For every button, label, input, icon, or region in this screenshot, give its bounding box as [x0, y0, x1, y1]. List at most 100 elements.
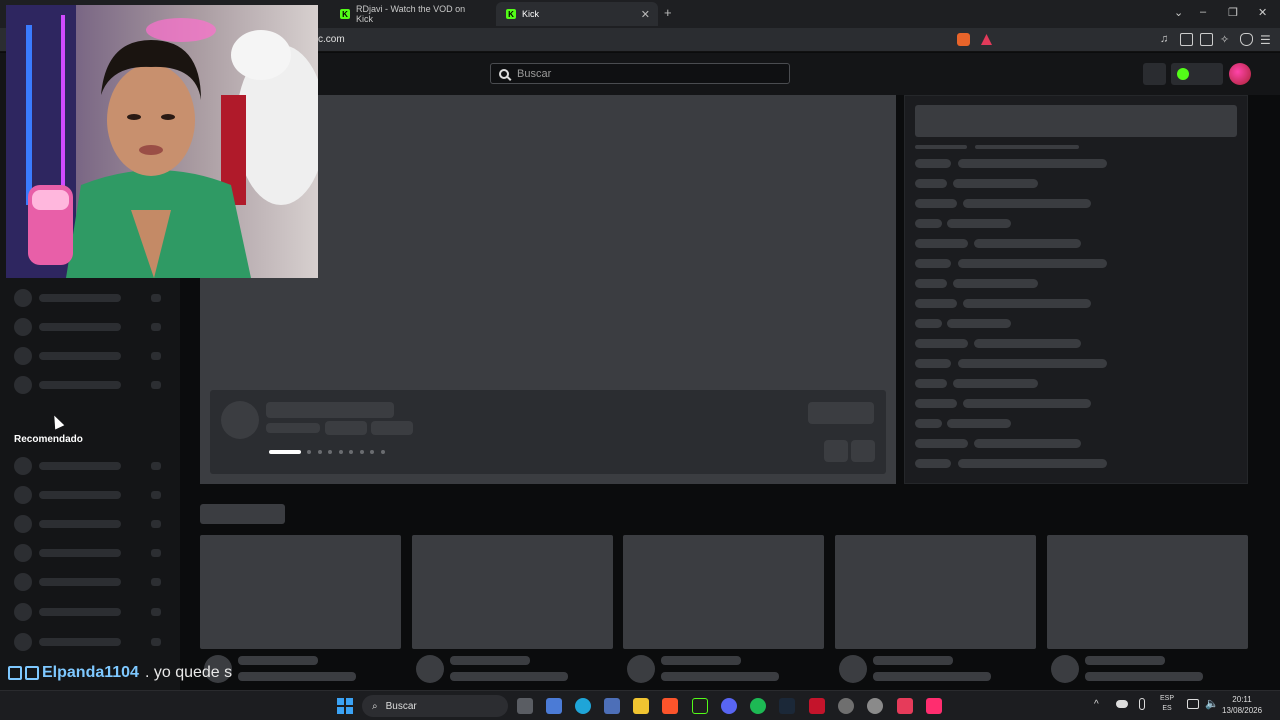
- header-kick-button[interactable]: [1171, 63, 1223, 85]
- carousel-indicator[interactable]: [318, 450, 322, 454]
- card-avatar-skeleton: [1051, 655, 1079, 683]
- carousel-indicator[interactable]: [349, 450, 353, 454]
- taskbar-search-input[interactable]: ⌕ Buscar: [362, 695, 508, 717]
- stream-card-skeleton[interactable]: [200, 535, 401, 649]
- tab-kick[interactable]: K Kick ✕: [496, 2, 658, 26]
- kick-app-icon[interactable]: [692, 698, 708, 714]
- close-tab-icon[interactable]: ✕: [641, 8, 650, 21]
- language-indicator[interactable]: ESP ES: [1160, 694, 1174, 714]
- stream-card-skeleton[interactable]: [623, 535, 824, 649]
- card-avatar-skeleton: [627, 655, 655, 683]
- chat-username: Elpanda1104: [42, 664, 139, 681]
- chat-panel-skeleton: [904, 95, 1248, 484]
- featured-tag-skeleton: [371, 421, 413, 435]
- widgets-icon[interactable]: [546, 698, 562, 714]
- sidebar-skeleton-item: [14, 347, 174, 365]
- chat-badge-icon: [25, 666, 39, 680]
- tab-search-icon[interactable]: ⌄: [1174, 6, 1183, 19]
- tiktok-icon[interactable]: [926, 698, 942, 714]
- chat-line-skeleton: [915, 439, 968, 448]
- chat-line-skeleton: [974, 439, 1081, 448]
- close-window-icon[interactable]: ✕: [1258, 6, 1267, 19]
- carousel-indicator-active[interactable]: [269, 450, 301, 454]
- chat-line-skeleton: [915, 319, 942, 328]
- brave-rewards-icon[interactable]: [980, 33, 993, 46]
- url-field[interactable]: c.com: [318, 34, 345, 45]
- sidebar-skeleton-item: [14, 603, 174, 621]
- vpn-shield-icon[interactable]: [1240, 33, 1253, 46]
- header-skeleton-button[interactable]: [1143, 63, 1166, 85]
- app-icon[interactable]: [897, 698, 913, 714]
- tab-rdjavi-vod[interactable]: K RDjavi - Watch the VOD on Kick: [330, 2, 494, 26]
- store-icon[interactable]: [604, 698, 620, 714]
- card-avatar-skeleton: [839, 655, 867, 683]
- chat-line-skeleton: [915, 279, 947, 288]
- menu-icon[interactable]: ☰: [1260, 33, 1273, 47]
- chat-line-skeleton: [974, 339, 1081, 348]
- carousel-indicator[interactable]: [360, 450, 364, 454]
- discord-icon[interactable]: [721, 698, 737, 714]
- chat-line-skeleton: [974, 239, 1081, 248]
- microphone-icon[interactable]: [1139, 698, 1145, 710]
- network-icon[interactable]: [1187, 699, 1199, 709]
- sidebar-skeleton-item: [14, 376, 174, 394]
- volume-icon[interactable]: 🔈: [1205, 697, 1219, 710]
- chat-line-skeleton: [915, 379, 947, 388]
- brave-icon[interactable]: [662, 698, 678, 714]
- card-subtitle-skeleton: [450, 672, 568, 681]
- search-input[interactable]: Buscar: [490, 63, 790, 84]
- kick-favicon-icon: K: [340, 9, 350, 19]
- stream-card-skeleton[interactable]: [1047, 535, 1248, 649]
- music-icon[interactable]: ♫: [1160, 33, 1173, 46]
- chat-line-skeleton: [915, 259, 951, 268]
- task-view-icon[interactable]: [517, 698, 533, 714]
- new-tab-button[interactable]: +: [664, 5, 672, 20]
- settings-icon[interactable]: [867, 698, 883, 714]
- game-app-icon[interactable]: [809, 698, 825, 714]
- avatar[interactable]: [1229, 63, 1251, 85]
- windows-taskbar: ⌕ Buscar ^ ESP ES 🔈 20:11 13/08/2026: [0, 690, 1280, 720]
- kick-favicon-icon: K: [506, 9, 516, 19]
- carousel-indicator[interactable]: [339, 450, 343, 454]
- leo-ai-icon[interactable]: ✧: [1220, 33, 1233, 46]
- edge-icon[interactable]: [575, 698, 591, 714]
- tray-overflow-icon[interactable]: ^: [1094, 699, 1099, 710]
- stream-card-skeleton[interactable]: [412, 535, 613, 649]
- spotify-icon[interactable]: [750, 698, 766, 714]
- chat-message: . yo quede s: [144, 664, 233, 681]
- featured-button-skeleton: [808, 402, 874, 424]
- carousel-indicator[interactable]: [328, 450, 332, 454]
- minimize-icon[interactable]: –: [1200, 6, 1206, 18]
- stream-chat-overlay: Elpanda1104 . yo quede s: [8, 664, 232, 682]
- stream-card-skeleton[interactable]: [835, 535, 1036, 649]
- windows-start-icon[interactable]: [337, 698, 353, 714]
- maximize-icon[interactable]: ❐: [1228, 6, 1238, 19]
- webcam-video-image: [6, 5, 318, 278]
- clock-time: 20:11: [1232, 695, 1252, 704]
- carousel-prev-button[interactable]: [824, 440, 848, 462]
- onedrive-icon[interactable]: [1116, 700, 1128, 708]
- search-icon: ⌕: [372, 700, 378, 712]
- sidebar-skeleton-item: [14, 633, 174, 651]
- chat-line-skeleton: [953, 279, 1038, 288]
- sidebar-skeleton-item: [14, 457, 174, 475]
- file-explorer-icon[interactable]: [633, 698, 649, 714]
- language-code: ESP: [1160, 695, 1175, 702]
- brave-shield-icon[interactable]: [957, 33, 970, 46]
- system-clock[interactable]: 20:11 13/08/2026: [1222, 694, 1262, 716]
- carousel-indicator[interactable]: [307, 450, 311, 454]
- featured-tag-skeleton: [325, 421, 367, 435]
- chat-line-skeleton: [963, 299, 1091, 308]
- sidebar-toggle-icon[interactable]: [1180, 33, 1193, 46]
- chat-line-skeleton: [915, 159, 951, 168]
- chat-line-skeleton: [915, 199, 957, 208]
- steam-icon[interactable]: [779, 698, 795, 714]
- carousel-next-button[interactable]: [851, 440, 875, 462]
- carousel-indicator[interactable]: [370, 450, 374, 454]
- card-avatar-skeleton: [416, 655, 444, 683]
- carousel-indicator[interactable]: [381, 450, 385, 454]
- chat-line-skeleton: [915, 299, 957, 308]
- app-icon[interactable]: [838, 698, 854, 714]
- taskbar-search-placeholder: Buscar: [385, 700, 417, 712]
- wallet-icon[interactable]: [1200, 33, 1213, 46]
